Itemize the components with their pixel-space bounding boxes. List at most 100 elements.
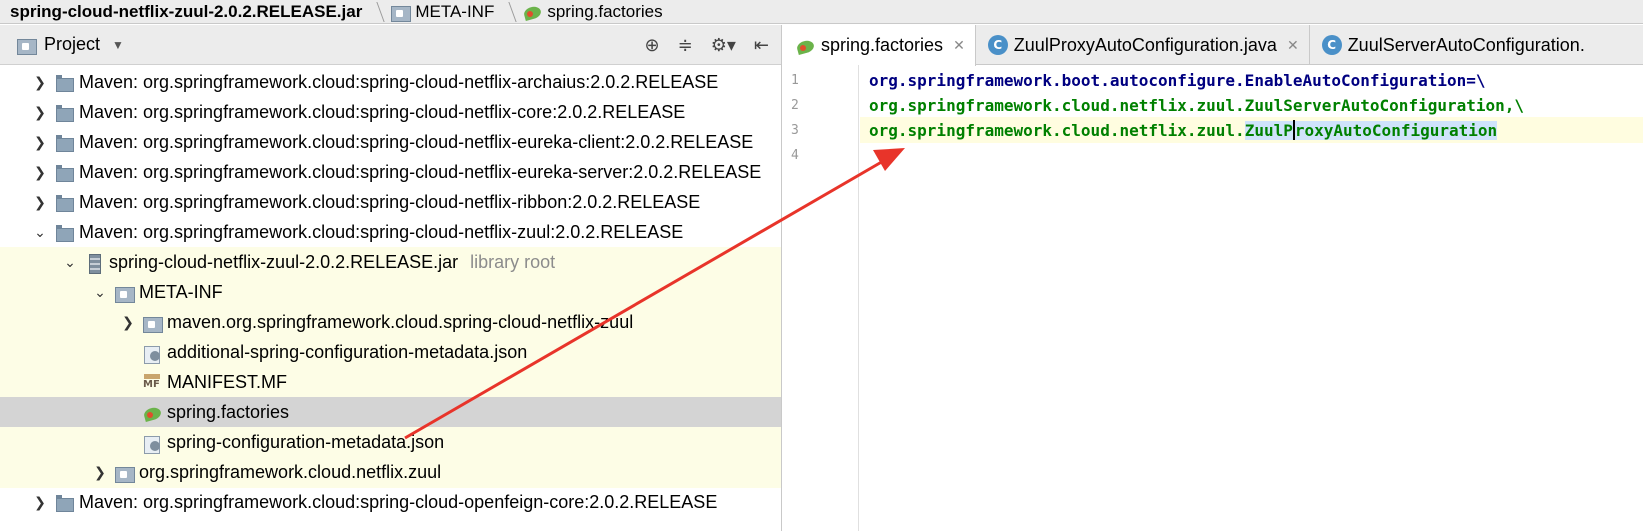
folder-icon: [114, 283, 135, 303]
tree-row[interactable]: ❯ org.springframework.cloud.netflix.zuul: [0, 457, 781, 488]
folder-icon: [142, 313, 163, 333]
tree-label: maven.org.springframework.cloud.spring-c…: [167, 312, 634, 332]
selected-text: ZuulP: [1244, 120, 1293, 140]
chevron-right-icon[interactable]: ❯: [92, 464, 108, 481]
chevron-right-icon[interactable]: ❯: [32, 134, 48, 151]
chevron-right-icon[interactable]: ❯: [32, 164, 48, 181]
tree-row-selected[interactable]: spring.factories: [0, 397, 781, 428]
line-number: 3: [791, 123, 799, 138]
tab-label: spring.factories: [821, 35, 944, 55]
project-title: Project: [44, 34, 101, 54]
project-icon: [16, 35, 37, 55]
code-text: org.springframework.cloud.netflix.zuul.Z…: [869, 95, 1525, 115]
chevron-down-icon[interactable]: ▼: [112, 38, 124, 52]
library-icon: [54, 73, 74, 93]
tab-label: ZuulProxyAutoConfiguration.java: [1013, 34, 1277, 55]
code-line-1: org.springframework.boot.autoconfigure.E…: [860, 67, 1643, 93]
tree-row-jar[interactable]: ⌄ spring-cloud-netflix-zuul-2.0.2.RELEAS…: [0, 247, 781, 278]
tree-label: Maven: org.springframework.cloud:spring-…: [79, 72, 719, 92]
chevron-right-icon[interactable]: ❯: [32, 74, 48, 91]
tree-label: META-INF: [139, 282, 223, 302]
tree-row-partial: [0, 53, 781, 67]
code-area[interactable]: org.springframework.boot.autoconfigure.E…: [860, 65, 1643, 531]
chevron-right-icon[interactable]: ❯: [120, 314, 136, 331]
breadcrumb-meta-inf-label: META-INF: [415, 1, 495, 21]
line-number-gutter: 1 2 3 4: [783, 65, 859, 531]
tree-label: Maven: org.springframework.cloud:spring-…: [79, 192, 701, 212]
tree-label: Maven: org.springframework.cloud:spring-…: [79, 162, 762, 182]
tree-row[interactable]: spring-configuration-metadata.json: [0, 427, 781, 458]
editor-panel: spring.factories ✕ C ZuulProxyAutoConfig…: [783, 25, 1643, 531]
tab-label: ZuulServerAutoConfiguration.: [1347, 34, 1585, 55]
chevron-right-icon[interactable]: ❯: [32, 194, 48, 211]
code-text: org.springframework.boot.autoconfigure.E…: [869, 70, 1486, 90]
project-view-selector[interactable]: Project ▼: [16, 34, 124, 55]
code-line-2: org.springframework.cloud.netflix.zuul.Z…: [860, 92, 1643, 118]
tree-row[interactable]: MANIFEST.MF: [0, 367, 781, 398]
json-file-icon: [142, 343, 162, 364]
tab-spring-factories[interactable]: spring.factories ✕: [783, 25, 976, 66]
manifest-icon: [142, 373, 162, 393]
tree-row[interactable]: additional-spring-configuration-metadata…: [0, 337, 781, 368]
chevron-down-icon[interactable]: ⌄: [62, 254, 78, 271]
spring-leaf-icon: [522, 2, 542, 22]
jar-icon: [84, 253, 104, 274]
library-icon: [54, 103, 74, 123]
close-icon[interactable]: ✕: [1287, 37, 1299, 54]
close-icon[interactable]: ✕: [953, 37, 965, 54]
library-icon: [54, 163, 74, 183]
tree-label: additional-spring-configuration-metadata…: [167, 342, 528, 362]
breadcrumb-separator: [500, 0, 514, 23]
tree-row[interactable]: ❯ Maven: org.springframework.cloud:sprin…: [0, 487, 781, 518]
spring-leaf-icon: [795, 36, 815, 56]
editor-tabs: spring.factories ✕ C ZuulProxyAutoConfig…: [783, 25, 1643, 66]
chevron-down-icon[interactable]: ⌄: [92, 284, 108, 301]
folder-icon: [390, 2, 412, 22]
tree-label: Maven: org.springframework.cloud:spring-…: [79, 492, 718, 512]
breadcrumb-file[interactable]: spring.factories: [514, 0, 668, 23]
tree-row-meta-inf[interactable]: ⌄ META-INF: [0, 277, 781, 308]
tree-row[interactable]: ⌄ Maven: org.springframework.cloud:sprin…: [0, 217, 781, 248]
tree-label: spring.factories: [167, 402, 290, 422]
chevron-right-icon[interactable]: ❯: [32, 104, 48, 121]
code-text: org.springframework.cloud.netflix.zuul.: [869, 120, 1245, 140]
chevron-right-icon[interactable]: ❯: [32, 494, 48, 511]
tab-zuul-server[interactable]: C ZuulServerAutoConfiguration.: [1310, 25, 1595, 65]
breadcrumb-jar[interactable]: spring-cloud-netflix-zuul-2.0.2.RELEASE.…: [0, 0, 368, 23]
library-icon: [54, 493, 74, 513]
tree-row[interactable]: ❯ Maven: org.springframework.cloud:sprin…: [0, 67, 781, 98]
line-number: 1: [791, 73, 799, 88]
project-panel: Project ▼ ⊕ ≑ ⚙▾ ⇤ ❯ Maven: org.springfr…: [0, 25, 782, 531]
tree-row[interactable]: ❯ maven.org.springframework.cloud.spring…: [0, 307, 781, 338]
library-icon: [54, 133, 74, 153]
tab-zuul-proxy[interactable]: C ZuulProxyAutoConfiguration.java ✕: [976, 25, 1310, 65]
library-icon: [54, 223, 74, 243]
tree-row[interactable]: ❯ Maven: org.springframework.cloud:sprin…: [0, 97, 781, 128]
selected-text: roxyAutoConfiguration: [1294, 120, 1498, 140]
breadcrumb-separator: [368, 0, 382, 23]
breadcrumb-meta-inf[interactable]: META-INF: [382, 0, 500, 23]
library-root-note: library root: [470, 252, 556, 272]
line-number: 4: [791, 148, 799, 163]
class-icon: C: [1321, 35, 1342, 55]
spring-leaf-icon: [142, 403, 162, 423]
code-line-3: org.springframework.cloud.netflix.zuul. Z…: [860, 117, 1643, 143]
tree-row[interactable]: ❯ Maven: org.springframework.cloud:sprin…: [0, 127, 781, 158]
tree-label: MANIFEST.MF: [167, 372, 287, 392]
tree-row[interactable]: ❯ Maven: org.springframework.cloud:sprin…: [0, 187, 781, 218]
breadcrumb: spring-cloud-netflix-zuul-2.0.2.RELEASE.…: [0, 0, 1643, 24]
tree-label: Maven: org.springframework.cloud:spring-…: [79, 222, 684, 242]
line-number: 2: [791, 98, 799, 113]
class-icon: C: [987, 35, 1008, 55]
tree-label: Maven: org.springframework.cloud:spring-…: [79, 132, 754, 152]
json-file-icon: [142, 433, 162, 454]
tree-label: Maven: org.springframework.cloud:spring-…: [79, 102, 686, 122]
tree-label: spring-configuration-metadata.json: [167, 432, 445, 452]
library-icon: [54, 193, 74, 213]
chevron-down-icon[interactable]: ⌄: [32, 224, 48, 241]
package-icon: [114, 463, 135, 483]
tree-label: org.springframework.cloud.netflix.zuul: [139, 462, 442, 482]
tree-row[interactable]: ❯ Maven: org.springframework.cloud:sprin…: [0, 157, 781, 188]
breadcrumb-file-label: spring.factories: [547, 1, 663, 21]
tree-label: spring-cloud-netflix-zuul-2.0.2.RELEASE.…: [109, 252, 459, 272]
